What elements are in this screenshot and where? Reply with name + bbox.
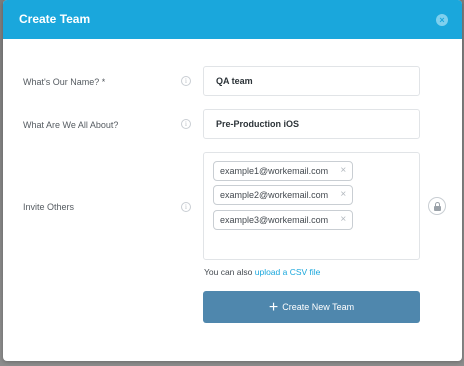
remove-tag-icon[interactable]: × <box>340 186 346 204</box>
close-icon[interactable]: × <box>436 14 448 26</box>
lock-icon[interactable] <box>428 197 446 215</box>
modal-header: Create Team × <box>3 0 462 39</box>
modal-title: Create Team <box>19 12 91 26</box>
email-tag-text: example1@workemail.com <box>220 166 329 176</box>
remove-tag-icon[interactable]: × <box>340 162 346 180</box>
create-team-modal: Create Team × What's Our Name? * i QA te… <box>3 0 462 361</box>
team-about-input[interactable]: Pre-Production iOS <box>203 109 420 139</box>
csv-upload-hint: You can also upload a CSV file <box>204 267 320 277</box>
create-new-team-button[interactable]: + Create New Team <box>203 291 420 323</box>
team-name-label: What's Our Name? * <box>23 77 106 87</box>
invite-others-label: Invite Others <box>23 202 75 212</box>
email-tag: example1@workemail.com × <box>213 161 354 181</box>
create-new-team-label: Create New Team <box>282 302 355 312</box>
info-icon[interactable]: i <box>181 119 191 129</box>
upload-csv-link[interactable]: upload a CSV file <box>255 267 321 277</box>
email-tag: example3@workemail.com × <box>213 210 354 230</box>
email-tag-text: example3@workemail.com <box>220 215 329 225</box>
team-name-input[interactable]: QA team <box>203 66 420 96</box>
info-icon[interactable]: i <box>181 202 191 212</box>
email-tag-text: example2@workemail.com <box>220 190 329 200</box>
csv-hint-text: You can also <box>204 267 255 277</box>
invite-emails-input[interactable]: example1@workemail.com × example2@workem… <box>203 152 420 260</box>
email-tag: example2@workemail.com × <box>213 185 354 205</box>
remove-tag-icon[interactable]: × <box>340 211 346 229</box>
plus-icon: + <box>268 299 279 316</box>
info-icon[interactable]: i <box>181 76 191 86</box>
team-about-label: What Are We All About? <box>23 120 119 130</box>
